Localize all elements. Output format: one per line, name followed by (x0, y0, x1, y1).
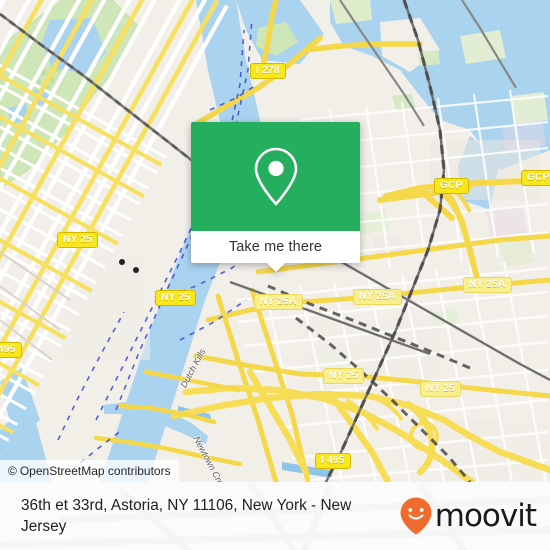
location-address: 36th et 33rd, Astoria, NY 11106, New Yor… (21, 497, 352, 535)
road-shield: NY 25A (353, 289, 402, 305)
moovit-wordmark: moovit (434, 497, 537, 534)
popup-tail (266, 263, 285, 272)
road-shield: 495 (0, 342, 22, 358)
road-shield: NY 25A (254, 294, 303, 310)
popup-action-area[interactable]: Take me there (191, 231, 360, 272)
location-pin-icon (254, 147, 297, 205)
road-shield: NY 25 (57, 232, 99, 248)
map-canvas[interactable]: I 278 GCP GCP NY 25 NY 25 495 NY 25A NY 25A NY 2… (0, 0, 550, 482)
take-me-there-label: Take me there (228, 239, 323, 255)
road-shield: I 278 (250, 63, 286, 79)
moovit-map-share-screen: I 278 GCP GCP NY 25 NY 25 495 NY 25A NY 25A NY 2… (0, 0, 550, 550)
moovit-smiley-pin-icon (400, 497, 432, 535)
road-shield: GCP (434, 178, 469, 194)
road-shield: NY 25A (463, 277, 512, 293)
popup-pin-area (191, 122, 360, 231)
moovit-logo[interactable]: moovit (399, 496, 550, 536)
road-shield: NY 25 (323, 368, 365, 384)
attribution-text: OpenStreetMap contributors (19, 464, 171, 478)
footer-bar: 36th et 33rd, Astoria, NY 11106, New Yor… (0, 482, 550, 550)
location-popup-card[interactable]: Take me there (191, 122, 360, 272)
copyright-icon: © (8, 464, 17, 478)
road-shield: NY 25 (420, 381, 462, 397)
road-shield: NY 25 (155, 290, 197, 306)
road-shield: GCP (521, 170, 550, 186)
osm-attribution[interactable]: © OpenStreetMap contributors (0, 460, 179, 482)
road-shield: I 495 (315, 453, 351, 469)
